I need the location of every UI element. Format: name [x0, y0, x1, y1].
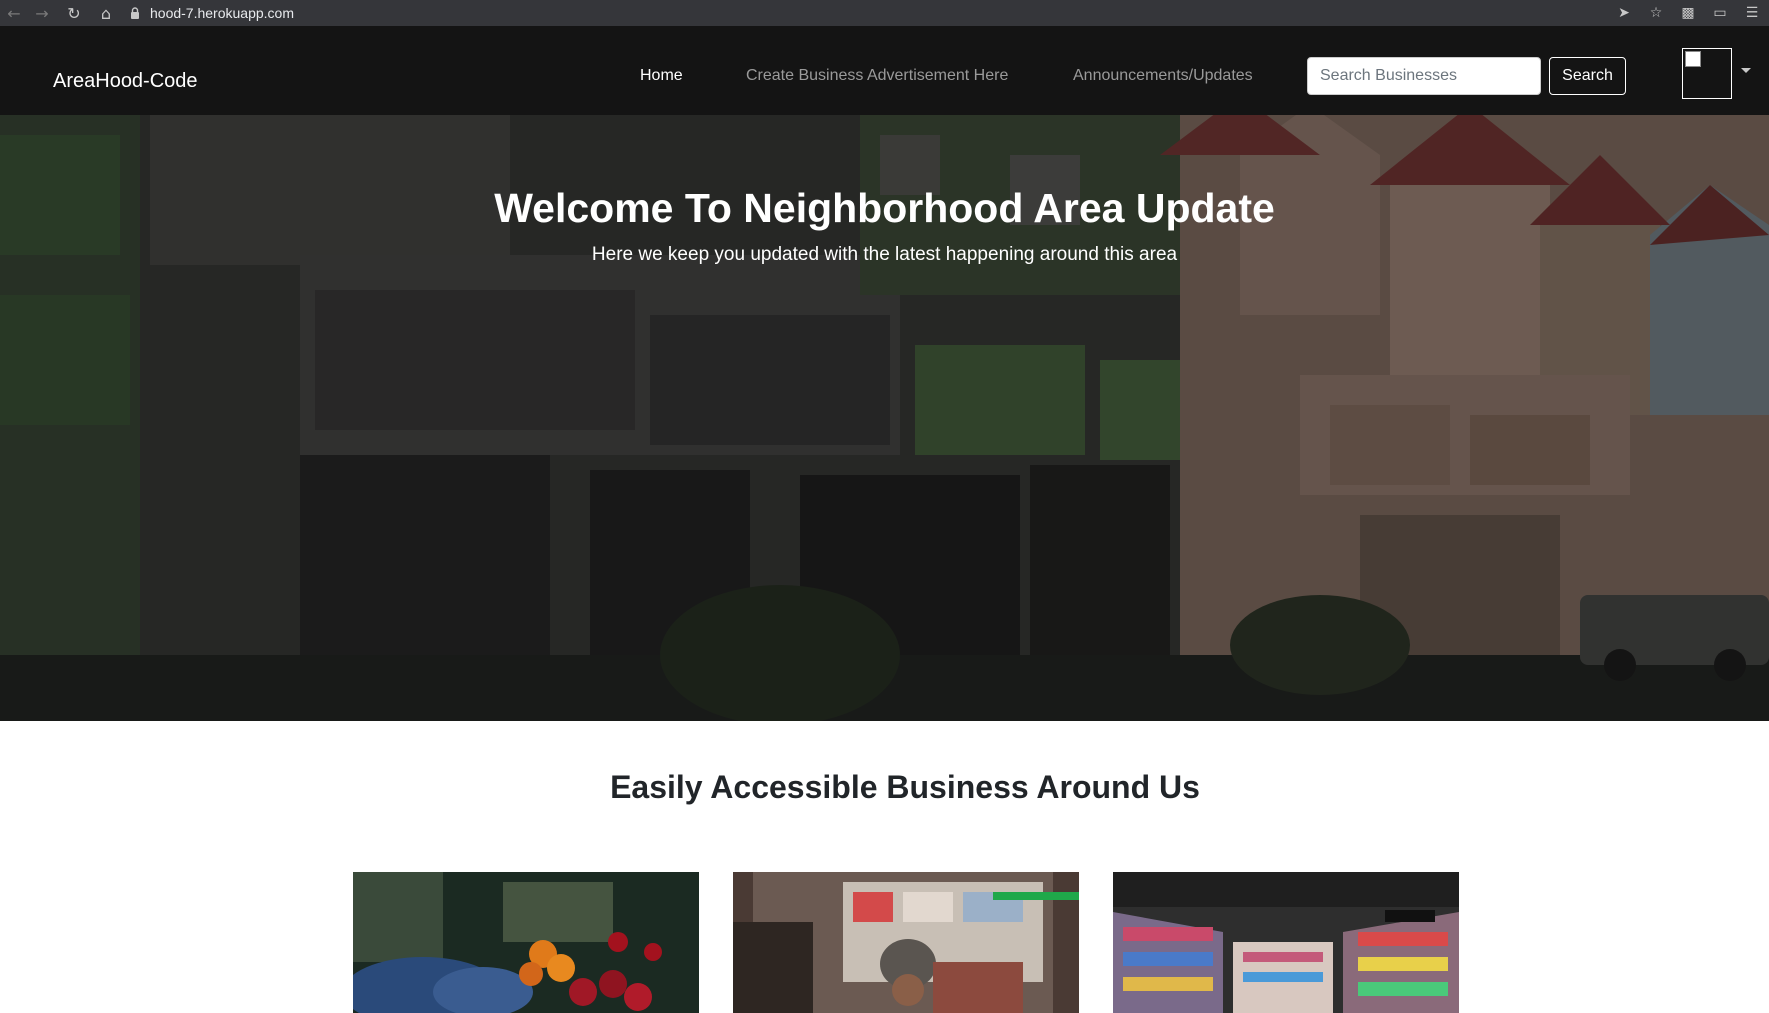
broken-image-icon [1685, 51, 1701, 67]
search-input[interactable] [1307, 57, 1541, 95]
nav-create-advertisement[interactable]: Create Business Advertisement Here [746, 68, 1008, 84]
salon-shop-image [733, 872, 1079, 1013]
nav-announcements[interactable]: Announcements/Updates [1073, 68, 1253, 84]
nav-home[interactable]: Home [640, 68, 683, 84]
business-card-grocery[interactable] [1113, 872, 1459, 1013]
fruit-market-image [353, 872, 699, 1013]
business-card-salon[interactable] [733, 872, 1079, 1013]
hero-banner: Welcome To Neighborhood Area Update Here… [0, 115, 1769, 721]
forward-icon[interactable]: → [28, 0, 56, 26]
site-navbar: AreaHood-Code Home Create Business Adver… [0, 26, 1769, 115]
chevron-down-icon[interactable] [1741, 68, 1751, 73]
section-title: Easily Accessible Business Around Us [610, 769, 1200, 805]
home-icon[interactable]: ⌂ [92, 0, 120, 26]
brand-logo[interactable]: AreaHood-Code [53, 71, 198, 91]
business-card-fruit-market[interactable] [353, 872, 699, 1013]
browser-toolbar: ← → ↻ ⌂ hood-7.herokuapp.com ➤ ☆ ▩ ▭ ☰ [0, 0, 1769, 26]
back-icon[interactable]: ← [0, 0, 28, 26]
cast-icon[interactable]: ▭ [1709, 5, 1731, 21]
hero-subtitle: Here we keep you updated with the latest… [591, 244, 1178, 265]
hero-title: Welcome To Neighborhood Area Update [494, 185, 1275, 231]
media-icon[interactable]: ☰ [1741, 5, 1763, 21]
extensions-icon[interactable]: ▩ [1677, 5, 1699, 21]
star-icon[interactable]: ☆ [1645, 5, 1667, 21]
search-button[interactable]: Search [1549, 57, 1626, 95]
avatar[interactable] [1682, 48, 1732, 99]
address-bar[interactable]: hood-7.herokuapp.com [128, 3, 1568, 23]
grocery-aisle-image [1113, 872, 1459, 1013]
send-icon[interactable]: ➤ [1613, 5, 1635, 21]
reload-icon[interactable]: ↻ [60, 0, 88, 26]
lock-icon [131, 7, 139, 19]
url-text: hood-7.herokuapp.com [150, 5, 294, 21]
